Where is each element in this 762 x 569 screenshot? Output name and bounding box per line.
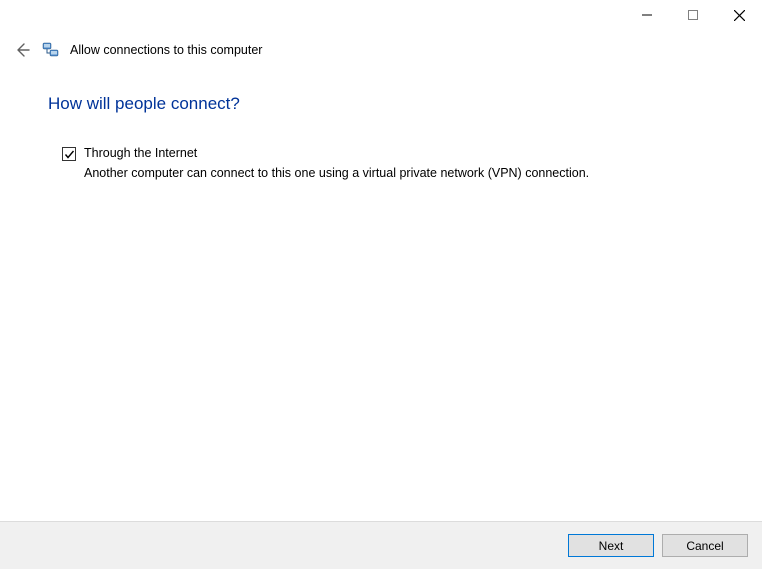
titlebar bbox=[0, 0, 762, 32]
checkmark-icon bbox=[64, 149, 75, 160]
back-arrow-icon bbox=[14, 42, 30, 58]
maximize-button[interactable] bbox=[670, 0, 716, 30]
internet-option: Through the Internet Another computer ca… bbox=[48, 146, 714, 182]
internet-description: Another computer can connect to this one… bbox=[84, 164, 624, 182]
maximize-icon bbox=[688, 10, 698, 20]
cancel-button[interactable]: Cancel bbox=[662, 534, 748, 557]
network-icon bbox=[42, 41, 60, 59]
question-heading: How will people connect? bbox=[48, 94, 714, 114]
wizard-content: How will people connect? Through the Int… bbox=[0, 66, 762, 182]
wizard-header: Allow connections to this computer bbox=[0, 32, 762, 66]
close-icon bbox=[734, 10, 745, 21]
internet-checkbox[interactable] bbox=[62, 147, 76, 161]
minimize-icon bbox=[642, 10, 652, 20]
wizard-footer: Next Cancel bbox=[0, 521, 762, 569]
option-text-wrap: Through the Internet Another computer ca… bbox=[84, 146, 714, 182]
minimize-button[interactable] bbox=[624, 0, 670, 30]
next-button[interactable]: Next bbox=[568, 534, 654, 557]
internet-label: Through the Internet bbox=[84, 146, 714, 160]
page-title: Allow connections to this computer bbox=[70, 43, 262, 57]
close-button[interactable] bbox=[716, 0, 762, 30]
back-button[interactable] bbox=[12, 40, 32, 60]
